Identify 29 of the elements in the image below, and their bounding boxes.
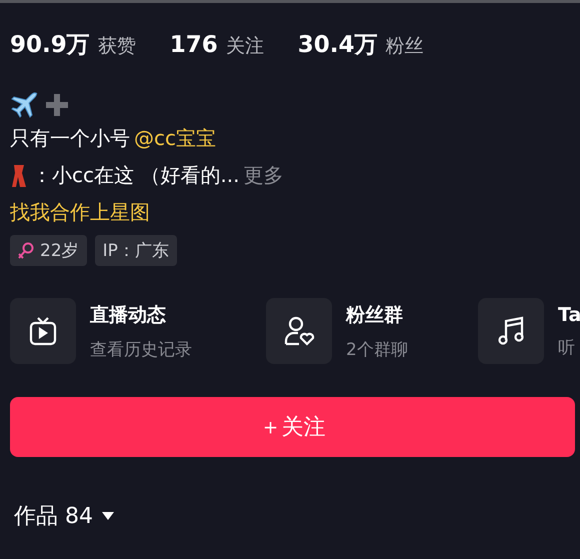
bio-text: ：小cc在这 （好看的... <box>32 162 240 189</box>
card-subtitle: 查看历史记录 <box>90 338 192 360</box>
music-note-icon <box>497 316 525 346</box>
icon-tile[interactable] <box>266 298 332 364</box>
tag-text: IP：广东 <box>102 240 169 262</box>
caret-icon <box>101 511 115 521</box>
card-title[interactable]: Ta <box>558 304 580 326</box>
more-link[interactable]: 更多 <box>243 162 284 189</box>
bio-text: 只有一个小号 <box>10 125 130 152</box>
person-heart-icon <box>283 316 315 346</box>
tag-text: 22岁 <box>40 240 79 262</box>
icon-tile[interactable] <box>478 298 544 364</box>
airplane-icon <box>10 91 40 119</box>
stat-count: 90.9万 获赞 <box>10 31 136 60</box>
female-icon <box>18 242 34 260</box>
scarf-icon <box>10 162 28 188</box>
card-subtitle: 听 <box>558 336 576 358</box>
stat-count: 30.4万 粉丝 <box>298 31 424 60</box>
plus-icon[interactable] <box>46 94 68 116</box>
works-tab[interactable]: 作品 84 <box>10 501 119 531</box>
tv-icon <box>29 316 57 346</box>
card-title[interactable]: 粉丝群 <box>346 302 408 328</box>
mention-link[interactable]: @cc宝宝 <box>134 125 216 152</box>
card-subtitle: 2个群聊 <box>346 338 408 360</box>
cooperation-link[interactable]: 找我合作上星图 <box>10 199 150 226</box>
icon-tile[interactable] <box>10 298 76 364</box>
follow-button[interactable]: ＋关注 <box>10 397 575 457</box>
card-title[interactable]: 直播动态 <box>90 302 192 328</box>
stat-count: 176 关注 <box>170 32 264 59</box>
